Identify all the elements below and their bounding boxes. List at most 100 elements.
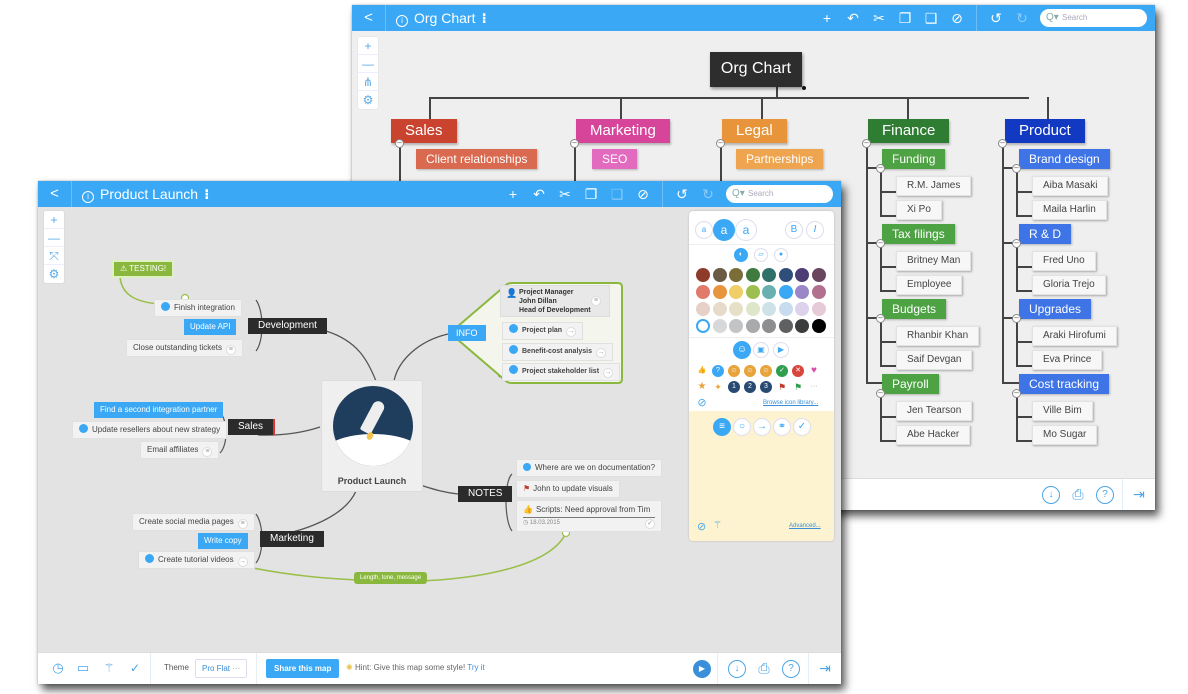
collapse-product[interactable]: – (998, 139, 1007, 148)
person-node[interactable]: Fred Uno (1032, 251, 1096, 271)
color-swatch[interactable] (811, 268, 826, 282)
font-size-large[interactable]: a (735, 219, 757, 241)
title-menu-icon[interactable]: ⁝ (481, 10, 486, 26)
color-swatch[interactable] (696, 319, 710, 333)
help-icon[interactable]: ? (1096, 486, 1114, 504)
person-node[interactable]: Britney Man (896, 251, 972, 271)
dept-finance[interactable]: Finance (868, 119, 950, 143)
zoom-in-button[interactable]: + (358, 37, 378, 55)
marketing-node[interactable]: Marketing (260, 531, 324, 547)
color-swatch[interactable] (712, 268, 727, 282)
share-map-button[interactable]: Share this map (266, 659, 340, 678)
sub-seo[interactable]: SEO (592, 149, 638, 169)
heart-icon[interactable]: ♥ (808, 365, 820, 377)
download-icon[interactable]: ↓ (728, 660, 746, 678)
color-swatch[interactable] (745, 285, 760, 299)
collapse-cost-tracking[interactable]: – (1012, 389, 1021, 398)
color-swatch[interactable] (778, 302, 793, 316)
person-node[interactable]: R.M. James (896, 176, 972, 196)
check-icon[interactable]: ✓ (126, 660, 144, 678)
sub-r-and-d[interactable]: R & D (1019, 224, 1072, 244)
org-map-title[interactable]: i Org Chart ⁝ (396, 5, 487, 31)
zoom-out-button[interactable]: — (358, 55, 378, 73)
task-tab[interactable]: ✓ (793, 418, 811, 436)
sub-brand-design[interactable]: Brand design (1019, 149, 1110, 169)
person-node[interactable]: Saif Devgan (896, 350, 973, 370)
neutral-face-icon[interactable]: ☺ (744, 365, 756, 377)
download-icon[interactable]: ↓ (1042, 486, 1060, 504)
documentation-node[interactable]: Where are we on documentation? (516, 459, 663, 477)
color-swatch[interactable] (795, 319, 809, 333)
cut-icon[interactable]: ✂ (868, 5, 890, 31)
italic-button[interactable]: I (806, 221, 824, 239)
development-node[interactable]: Development (248, 318, 327, 334)
add-node-icon[interactable]: + (816, 5, 838, 31)
collapse-marketing[interactable]: – (570, 139, 579, 148)
comment-tab[interactable]: ○ (733, 418, 751, 436)
color-swatch[interactable] (811, 302, 826, 316)
browse-icon-library-link[interactable]: Browse icon library... (763, 400, 818, 406)
color-swatch[interactable] (795, 268, 809, 282)
connect-icon[interactable]: ↶ (842, 5, 864, 31)
exit-icon[interactable]: ⇥ (1130, 486, 1148, 504)
bold-button[interactable]: B (785, 221, 803, 239)
collapse-r-and-d[interactable]: – (1012, 239, 1021, 248)
person-node[interactable]: Aiba Masaki (1032, 176, 1109, 196)
sub-upgrades[interactable]: Upgrades (1019, 299, 1092, 319)
try-it-link[interactable]: Try it (467, 663, 484, 672)
project-plan-node[interactable]: Project plan → (502, 322, 584, 340)
write-copy-node[interactable]: Write copy (198, 533, 248, 549)
person-node[interactable]: Araki Hirofumi (1032, 326, 1117, 346)
cross-icon[interactable]: ✕ (792, 365, 804, 377)
help-icon[interactable]: ? (782, 660, 800, 678)
dept-marketing[interactable]: Marketing (576, 119, 670, 143)
person-node[interactable]: Abe Hacker (896, 425, 971, 445)
update-resellers-node[interactable]: Update resellers about new strategy (72, 421, 228, 439)
print-icon[interactable]: ⎙ (755, 660, 773, 678)
sales-node[interactable]: Sales (228, 419, 276, 435)
sub-budgets[interactable]: Budgets (882, 299, 947, 319)
priority-2-icon[interactable]: 2 (744, 381, 756, 393)
color-swatch[interactable] (696, 268, 710, 282)
magic-wand-icon[interactable]: ⚚ (100, 660, 118, 678)
paste-icon[interactable]: ❑ (920, 5, 942, 31)
priority-3-icon[interactable]: 3 (760, 381, 772, 393)
person-node[interactable]: Maila Harlin (1032, 200, 1107, 220)
history-icon[interactable]: ◷ (49, 660, 67, 678)
delete-icon[interactable]: ⊘ (946, 5, 968, 31)
green-flag-icon[interactable]: ⚑ (792, 381, 804, 393)
central-node[interactable]: Product Launch (321, 380, 423, 492)
bulb-icon[interactable]: ✦ (712, 381, 724, 393)
thumbs-up-icon[interactable]: 👍 (696, 365, 708, 377)
stakeholder-list-node[interactable]: Project stakeholder list → (502, 363, 621, 381)
close-tickets-node[interactable]: Close outstanding tickets ≡ (126, 339, 243, 357)
social-media-node[interactable]: Create social media pages ≡ (132, 513, 255, 531)
video-tab[interactable]: ▶ (773, 342, 789, 358)
color-swatch[interactable] (762, 268, 776, 282)
sub-tax-filings[interactable]: Tax filings (882, 224, 955, 244)
color-swatch[interactable] (745, 319, 760, 333)
color-swatch[interactable] (712, 302, 727, 316)
layout-icon[interactable]: ⋔ (358, 73, 378, 91)
sub-client-relationships[interactable]: Client relationships (416, 149, 538, 169)
testing-node[interactable]: ⚠ TESTING! (112, 260, 175, 278)
person-node[interactable]: Ville Bim (1032, 401, 1093, 421)
sub-partnerships[interactable]: Partnerships (736, 149, 824, 169)
info-icon[interactable]: i (396, 15, 408, 27)
person-node[interactable]: Rhanbir Khan (896, 326, 980, 346)
color-swatch[interactable] (696, 302, 710, 316)
priority-1-icon[interactable]: 1 (728, 381, 740, 393)
check-icon[interactable]: ✓ (776, 365, 788, 377)
color-swatch[interactable] (795, 302, 809, 316)
attachment-tab[interactable]: ⚭ (773, 418, 791, 436)
color-swatch[interactable] (778, 268, 793, 282)
resize-handle[interactable] (802, 86, 806, 90)
update-visuals-node[interactable]: ⚑ John to update visuals (516, 480, 620, 498)
no-icon-icon[interactable]: ⊘ (696, 397, 708, 409)
color-swatch[interactable] (729, 268, 743, 282)
scripts-node[interactable]: 👍 Scripts: Need approval from Tim ✓ ◷ 18.0… (516, 500, 662, 532)
play-icon[interactable]: ▶ (693, 660, 711, 678)
icons-tab[interactable]: ☺ (733, 341, 751, 359)
border-style-icon[interactable]: ▱ (754, 248, 768, 262)
red-flag-icon[interactable]: ⚑ (776, 381, 788, 393)
